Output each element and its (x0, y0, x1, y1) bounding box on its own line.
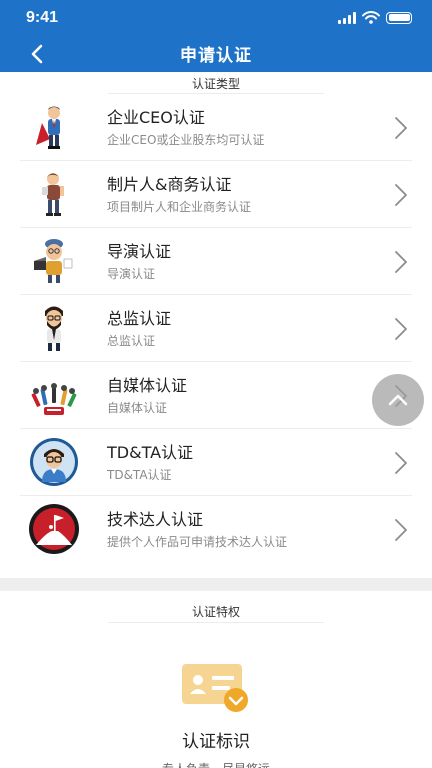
scroll-top-button[interactable] (372, 374, 424, 426)
wifi-icon (362, 11, 380, 24)
list-item-td-ta-certification[interactable]: TD&TA认证 TD&TA认证 (0, 429, 432, 496)
media-microphones-avatar-icon (31, 383, 77, 415)
id-card-badge-icon (182, 664, 248, 712)
feature-title: 认证标识 (182, 732, 250, 752)
cellular-signal-icon (338, 11, 356, 24)
list-item-supervisor-certification[interactable]: 总监认证 总监认证 (0, 295, 432, 362)
item-title: 总监认证 (107, 309, 172, 328)
chevron-right-icon (395, 519, 407, 541)
chevron-up-icon (388, 394, 408, 406)
item-description: 自媒体认证 (107, 401, 168, 415)
chevron-right-icon (395, 318, 407, 340)
supervisor-avatar-icon (45, 306, 63, 351)
page-title: 申请认证 (180, 46, 252, 66)
chevron-right-icon (395, 117, 407, 139)
item-title: TD&TA认证 (107, 443, 194, 462)
item-description: 提供个人作品可申请技术达人认证 (107, 535, 288, 549)
item-description: 总监认证 (107, 334, 156, 348)
section-divider (108, 622, 324, 623)
climber-flag-avatar-icon (29, 504, 79, 554)
battery-icon (386, 11, 412, 24)
ceo-superhero-avatar-icon (36, 106, 60, 149)
td-ta-avatar-icon (30, 438, 78, 486)
chevron-right-icon (395, 184, 407, 206)
status-icons (338, 11, 412, 24)
chevron-right-icon (395, 251, 407, 273)
feature-subtitle: 专人负责，尽显悠远 (0, 760, 432, 768)
item-description: 导演认证 (107, 267, 156, 281)
item-title: 制片人&商务认证 (107, 175, 232, 194)
certification-list: 企业CEO认证 企业CEO或企业股东均可认证 制片人&商务认证 项目制片人和企业… (0, 94, 432, 563)
item-title: 企业CEO认证 (107, 108, 205, 127)
nav-bar: 申请认证 (0, 36, 432, 72)
list-item-director-certification[interactable]: 导演认证 导演认证 (0, 228, 432, 295)
list-item-ceo-certification[interactable]: 企业CEO认证 企业CEO或企业股东均可认证 (0, 94, 432, 161)
item-description: 项目制片人和企业商务认证 (107, 200, 252, 214)
chevron-right-icon (395, 452, 407, 474)
status-bar: 9:41 (0, 0, 432, 36)
section-label-types: 认证类型 (191, 77, 240, 91)
item-description: TD&TA认证 (107, 468, 172, 482)
section-separator (0, 578, 432, 591)
app-header: 9:41 申请认证 (0, 0, 432, 72)
list-item-tech-expert-certification[interactable]: 技术达人认证 提供个人作品可申请技术达人认证 (0, 496, 432, 563)
section-label-privileges: 认证特权 (191, 605, 240, 619)
item-title: 导演认证 (107, 242, 172, 261)
list-item-producer-certification[interactable]: 制片人&商务认证 项目制片人和企业商务认证 (0, 161, 432, 228)
item-description: 企业CEO或企业股东均可认证 (107, 133, 265, 147)
producer-avatar-icon (42, 173, 64, 216)
list-item-self-media-certification[interactable]: 自媒体认证 自媒体认证 (0, 362, 432, 429)
item-title: 自媒体认证 (107, 376, 188, 395)
item-title: 技术达人认证 (107, 510, 204, 529)
director-avatar-icon (34, 239, 73, 283)
status-time: 9:41 (26, 9, 59, 26)
